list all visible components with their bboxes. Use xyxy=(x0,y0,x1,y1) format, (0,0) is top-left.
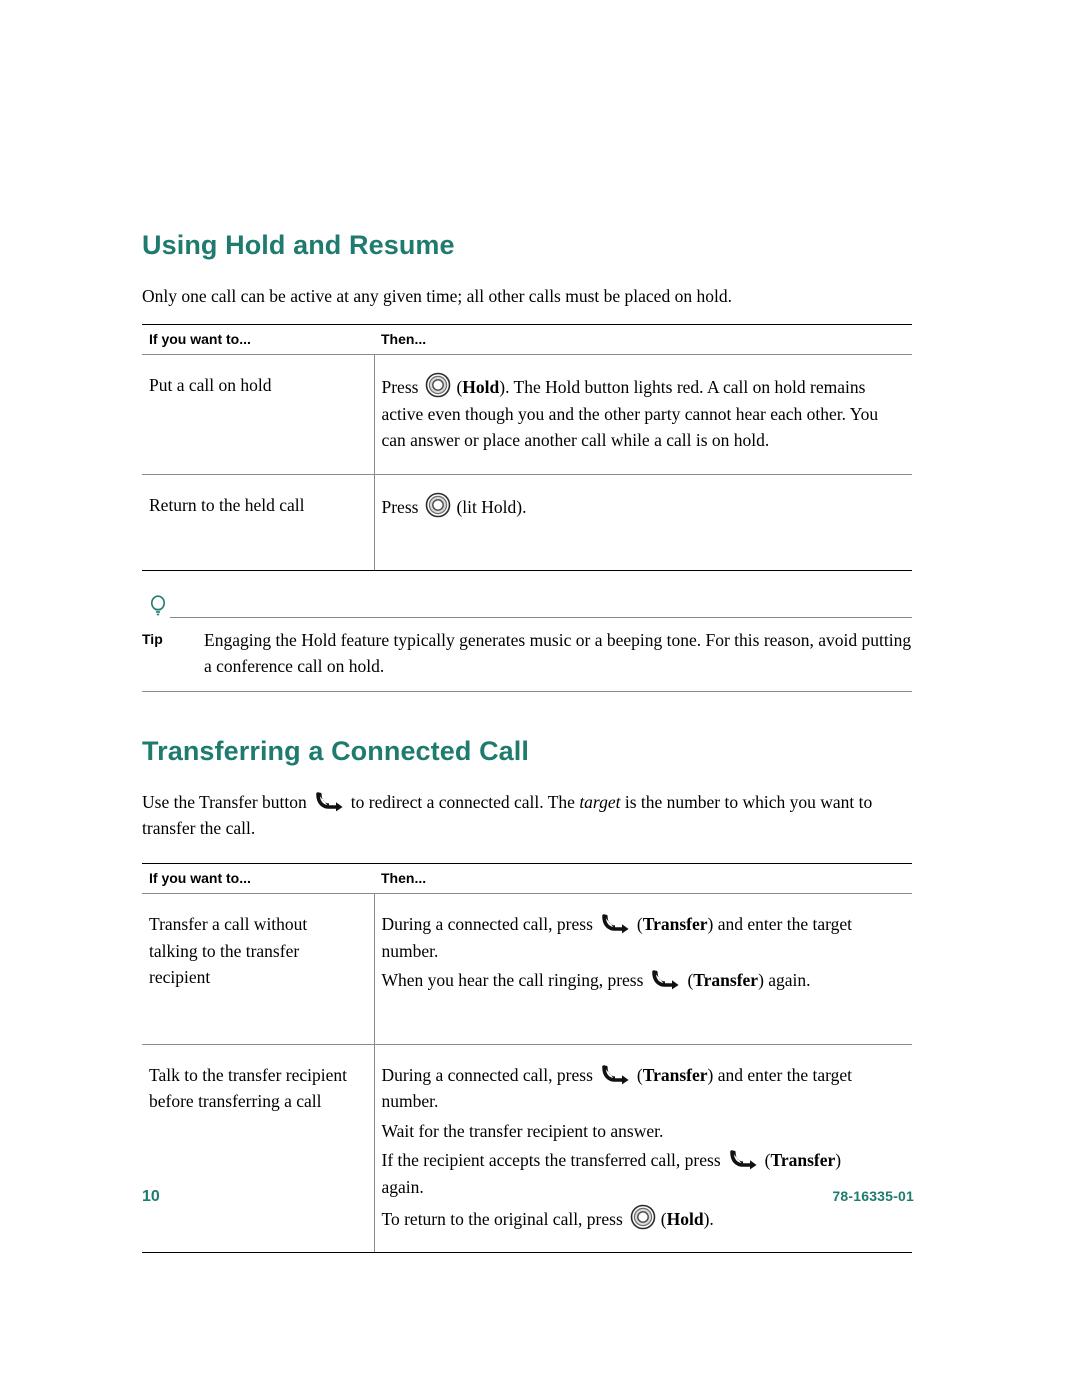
table-header-row: If you want to... Then... xyxy=(142,863,912,895)
tip-block: Tip Engaging the Hold feature typically … xyxy=(142,595,912,692)
column-header-then: Then... xyxy=(374,863,912,895)
table-row: Return to the held call Press (lit Hold). xyxy=(142,474,912,572)
table-cell-action: Talk to the transfer recipient before tr… xyxy=(142,1044,375,1254)
instruction-line: During a connected call, press (Transfer)… xyxy=(382,911,899,964)
use-transfer-text-2: to redirect a connected call. The xyxy=(350,791,575,812)
table-cell-action: Put a call on hold xyxy=(142,354,375,476)
hold-close-text: ). xyxy=(703,1208,714,1229)
page-footer: 10 78-16335-01 xyxy=(142,1188,914,1206)
transfer-button-icon xyxy=(650,968,682,992)
transfer-bold-label: Transfer xyxy=(770,1150,836,1171)
again-close-text: ) again. xyxy=(758,970,811,991)
when-ringing-text: When you hear the call ringing, press xyxy=(381,970,644,991)
table-cell-action: Return to the held call xyxy=(142,474,375,572)
to-return-text: To return to the original call, press xyxy=(381,1208,623,1229)
hold-bold-label: Hold xyxy=(666,1208,704,1229)
column-header-if-you-want-to: If you want to... xyxy=(142,863,374,895)
page-title-using-hold-and-resume: Using Hold and Resume xyxy=(142,230,455,260)
tip-bulb-icon xyxy=(145,593,171,619)
during-call-text: During a connected call, press xyxy=(381,914,593,935)
table-cell-action: Transfer a call without talking to the t… xyxy=(142,893,375,1045)
hold-button-icon xyxy=(630,1204,656,1230)
target-emphasis: target xyxy=(579,791,621,812)
page-number: 10 xyxy=(142,1188,160,1205)
instruction-line: Wait for the transfer recipient to answe… xyxy=(381,1120,664,1141)
instruction-line: When you hear the call ringing, press (Tr… xyxy=(382,967,899,994)
tip-label: Tip xyxy=(142,631,163,648)
during-call-text: During a connected call, press xyxy=(381,1064,593,1085)
document-number: 78-16335-01 xyxy=(832,1188,914,1204)
tip-rule-bottom xyxy=(142,690,912,692)
table-row: Talk to the transfer recipient before tr… xyxy=(142,1044,912,1254)
page-content: Using Hold and Resume Only one call can … xyxy=(142,230,912,1254)
section-intro-hold: Only one call can be active at any given… xyxy=(142,286,732,306)
table-hold-and-resume: If you want to... Then... Put a call on … xyxy=(142,324,912,572)
transfer-bold-label: Transfer xyxy=(693,970,759,991)
section-intro-transfer: Use the Transfer button to redirect a con… xyxy=(142,789,912,842)
transfer-button-icon xyxy=(600,912,632,936)
hold-button-icon xyxy=(425,372,451,398)
instruction-line: Press (Hold). The Hold button lights red.… xyxy=(382,372,899,454)
press-word: Press xyxy=(381,377,419,398)
column-header-then: Then... xyxy=(374,324,912,356)
table-cell-instructions: During a connected call, press (Transfer)… xyxy=(374,893,912,1045)
lit-hold-text: (lit Hold). xyxy=(456,497,527,518)
table-header-row: If you want to... Then... xyxy=(142,324,912,356)
if-accepts-text: If the recipient accepts the transferred… xyxy=(381,1150,721,1171)
table-row: Put a call on hold Press (Hold). The Hold… xyxy=(142,354,912,476)
table-row: Transfer a call without talking to the t… xyxy=(142,893,912,1045)
table-cell-instructions: Press (lit Hold). xyxy=(374,474,912,572)
transfer-button-icon xyxy=(600,1063,632,1087)
hold-button-icon-lit xyxy=(425,492,451,518)
instruction-line: During a connected call, press (Transfer)… xyxy=(382,1062,899,1115)
page-title-transferring-a-connected-call: Transferring a Connected Call xyxy=(142,735,529,766)
instruction-line: To return to the original call, press (Ho… xyxy=(382,1204,899,1233)
press-word: Press xyxy=(381,497,419,518)
tip-text: Engaging the Hold feature typically gene… xyxy=(204,630,912,677)
use-transfer-text-1: Use the Transfer button xyxy=(142,791,307,812)
column-header-if-you-want-to: If you want to... xyxy=(142,324,374,356)
paren-close: ) xyxy=(835,1150,842,1171)
instruction-line: Press (lit Hold). xyxy=(382,492,899,521)
transfer-button-icon xyxy=(314,790,346,814)
transfer-button-icon xyxy=(728,1148,760,1172)
transfer-bold-label: Transfer xyxy=(642,1064,708,1085)
tip-body: Tip Engaging the Hold feature typically … xyxy=(142,618,912,691)
transfer-bold-label: Transfer xyxy=(642,914,708,935)
table-cell-instructions: Press (Hold). The Hold button lights red.… xyxy=(374,354,912,476)
table-cell-instructions: During a connected call, press (Transfer)… xyxy=(374,1044,912,1254)
document-page: Using Hold and Resume Only one call can … xyxy=(0,0,1080,1397)
hold-bold-label: Hold xyxy=(462,377,500,398)
